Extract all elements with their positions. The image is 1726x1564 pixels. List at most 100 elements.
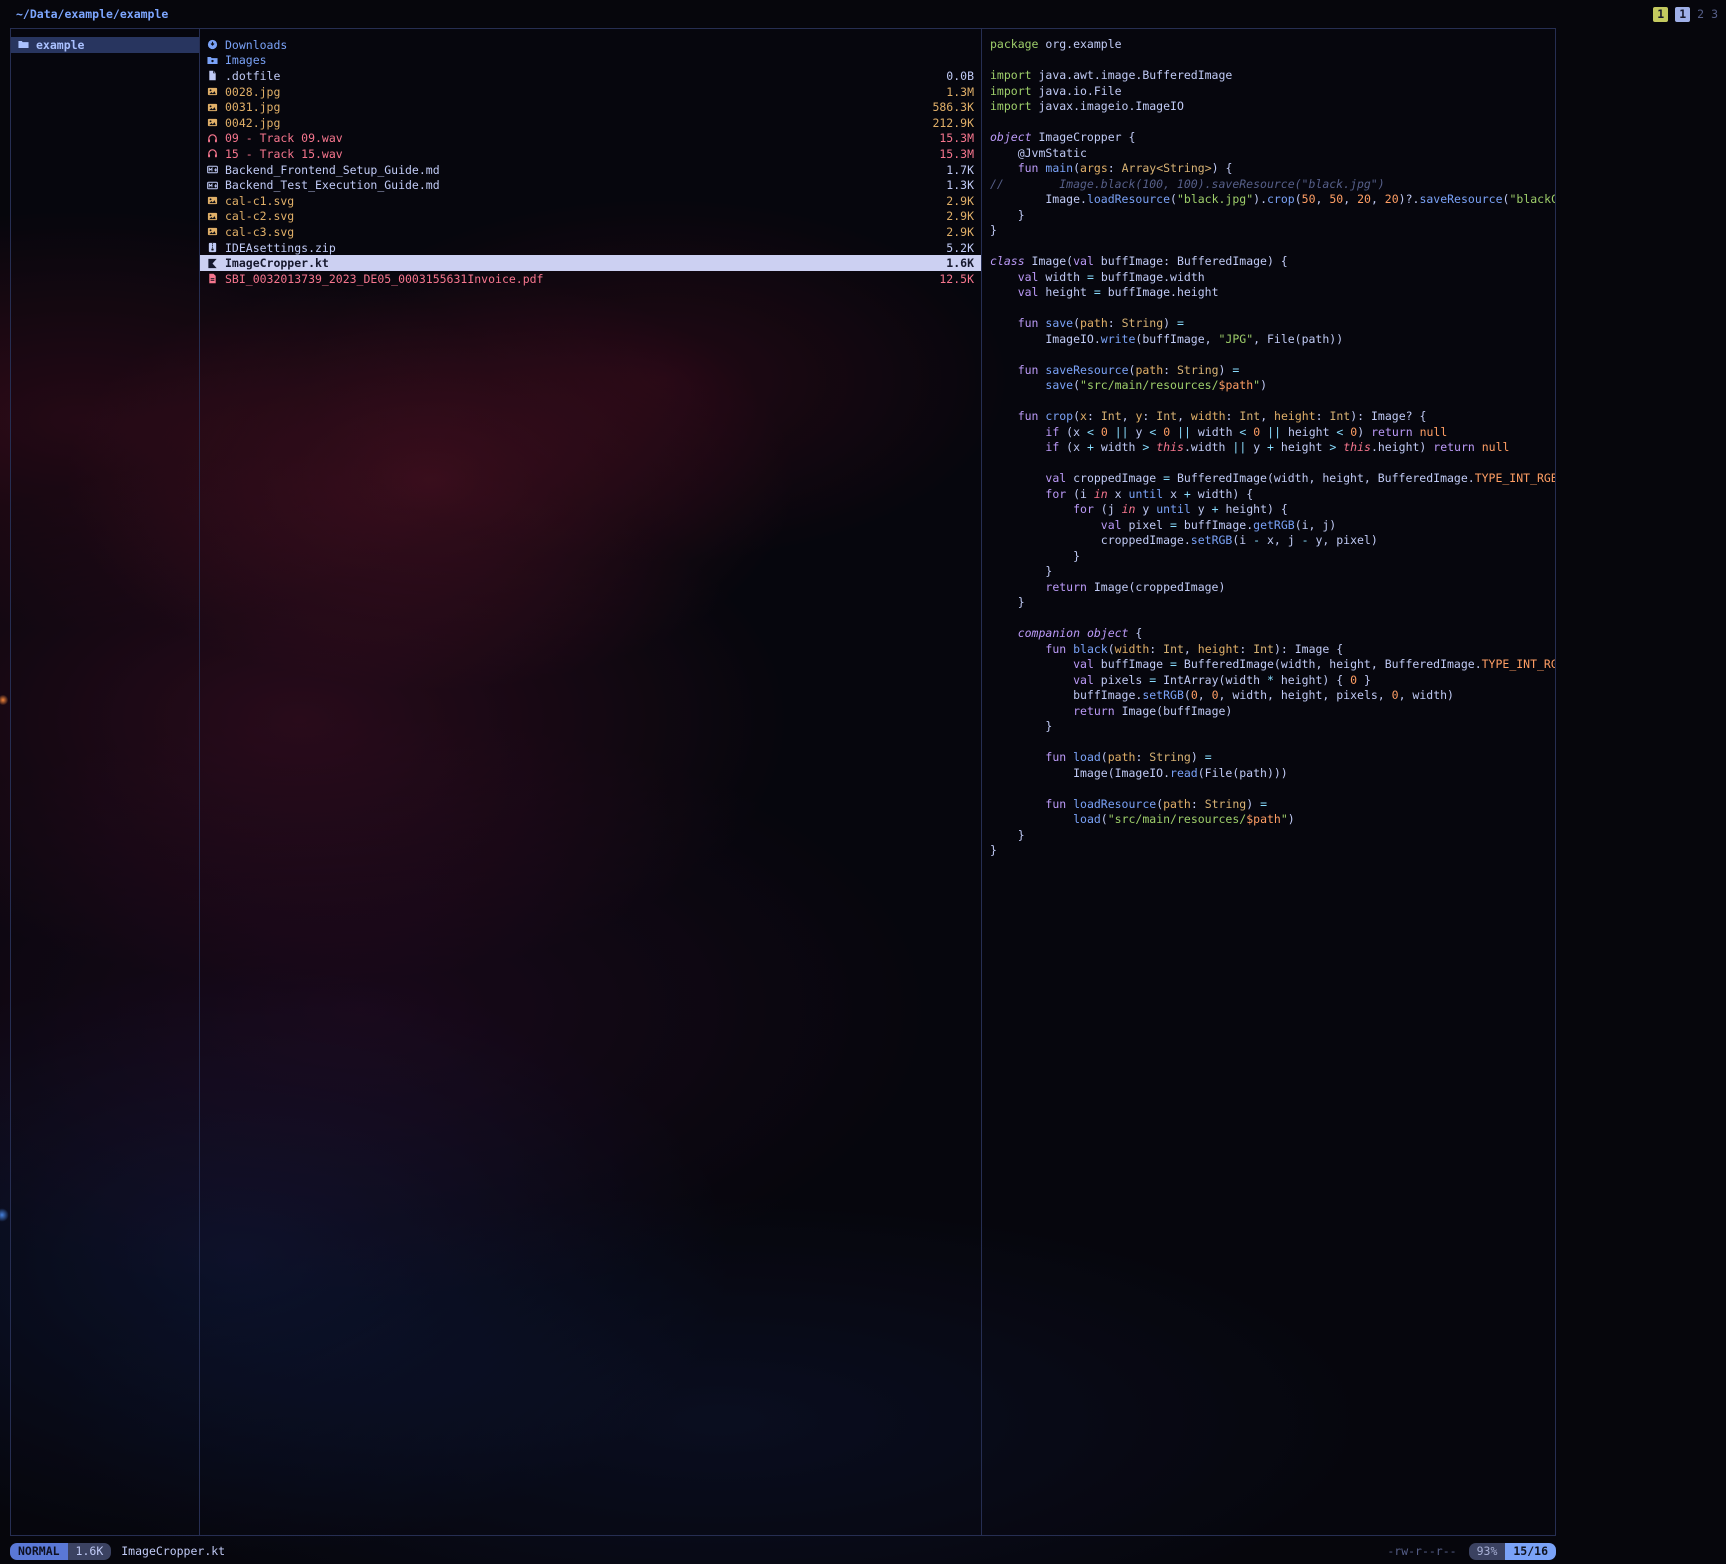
file-name: Images [225, 53, 967, 67]
file-name: .dotfile [225, 69, 939, 83]
file-name: ImageCropper.kt [225, 256, 939, 270]
code-line: fun loadResource(path: String) = [990, 797, 1555, 813]
file-name: IDEAsettings.zip [225, 241, 939, 255]
image-icon [207, 211, 218, 222]
file-size: 12.5K [939, 272, 974, 286]
folder-icon [18, 39, 29, 50]
mode-badge: NORMAL [10, 1543, 68, 1560]
code-line: class Image(val buffImage: BufferedImage… [990, 254, 1555, 270]
audio-icon [207, 133, 218, 144]
file-row[interactable]: Downloads [200, 37, 981, 53]
file-list-pane: Downloads Images .dotfile 0.0B 0028.jpg … [200, 28, 982, 1536]
code-line: // Image.black(100, 100).saveResource("b… [990, 177, 1555, 193]
header-bar: ~/Data/example/example 1 1 2 3 [0, 0, 1726, 28]
code-line: } [990, 564, 1555, 580]
file-size: 2.9K [946, 194, 974, 208]
code-line: import java.io.File [990, 84, 1555, 100]
code-line: if (x + width > this.width || y + height… [990, 440, 1555, 456]
code-line [990, 53, 1555, 69]
file-row[interactable]: Images [200, 53, 981, 69]
image-icon [207, 86, 218, 97]
file-permissions: -rw-r--r-- [1387, 1544, 1456, 1558]
tab-2[interactable]: 2 [1697, 7, 1704, 21]
file-row[interactable]: 0042.jpg 212.9K [200, 115, 981, 131]
code-line [990, 735, 1555, 751]
code-line: for (i in x until x + width) { [990, 487, 1555, 503]
file-row[interactable]: 09 - Track 09.wav 15.3M [200, 131, 981, 147]
code-line [990, 115, 1555, 131]
file-row[interactable]: cal-c3.svg 2.9K [200, 224, 981, 240]
code-line: object ImageCropper { [990, 130, 1555, 146]
file-row[interactable]: cal-c1.svg 2.9K [200, 193, 981, 209]
image-icon [207, 117, 218, 128]
file-size: 1.3M [946, 85, 974, 99]
code-line: } [990, 828, 1555, 844]
file-name: Backend_Frontend_Setup_Guide.md [225, 163, 939, 177]
file-row[interactable]: .dotfile 0.0B [200, 68, 981, 84]
tab-1-active[interactable]: 1 [1675, 7, 1690, 22]
file-row[interactable]: 0031.jpg 586.3K [200, 99, 981, 115]
preview-code: package org.example import java.awt.imag… [982, 29, 1555, 859]
file-size: 586.3K [932, 100, 974, 114]
code-line: for (j in y until y + height) { [990, 502, 1555, 518]
file-row[interactable]: 0028.jpg 1.3M [200, 84, 981, 100]
archive-icon [207, 242, 218, 253]
file-row[interactable]: SBI_0032013739_2023_DE05_0003155631Invoi… [200, 271, 981, 287]
file-row[interactable]: 15 - Track 15.wav 15.3M [200, 146, 981, 162]
code-line [990, 456, 1555, 472]
code-line: croppedImage.setRGB(i - x, j - y, pixel) [990, 533, 1555, 549]
code-line: fun main(args: Array<String>) { [990, 161, 1555, 177]
tab-bar: 1 1 2 3 [1653, 7, 1718, 22]
code-line: val height = buffImage.height [990, 285, 1555, 301]
parent-item-example[interactable]: example [11, 37, 199, 53]
preview-pane: package org.example import java.awt.imag… [982, 28, 1556, 1536]
file-size: 5.2K [946, 241, 974, 255]
parent-item-label: example [36, 38, 192, 52]
file-name: Backend_Test_Execution_Guide.md [225, 178, 939, 192]
kotlin-icon [207, 258, 218, 269]
file-name: 09 - Track 09.wav [225, 131, 932, 145]
file-name: cal-c1.svg [225, 194, 939, 208]
file-row[interactable]: IDEAsettings.zip 5.2K [200, 240, 981, 256]
file-size: 1.6K [946, 256, 974, 270]
file-row[interactable]: ImageCropper.kt 1.6K [200, 255, 981, 271]
file-size: 212.9K [932, 116, 974, 130]
file-size: 1.7K [946, 163, 974, 177]
tab-count-badge: 1 [1653, 7, 1668, 22]
code-line: val buffImage = BufferedImage(width, hei… [990, 657, 1555, 673]
code-line: fun saveResource(path: String) = [990, 363, 1555, 379]
file-row[interactable]: cal-c2.svg 2.9K [200, 209, 981, 225]
code-line: } [990, 843, 1555, 859]
code-line: fun load(path: String) = [990, 750, 1555, 766]
code-line: val pixel = buffImage.getRGB(i, j) [990, 518, 1555, 534]
code-line: save("src/main/resources/$path") [990, 378, 1555, 394]
code-line: val pixels = IntArray(width * height) { … [990, 673, 1555, 689]
file-size: 2.9K [946, 209, 974, 223]
code-line: Image(ImageIO.read(File(path))) [990, 766, 1555, 782]
code-line: import java.awt.image.BufferedImage [990, 68, 1555, 84]
file-list: Downloads Images .dotfile 0.0B 0028.jpg … [200, 29, 981, 287]
tab-3[interactable]: 3 [1711, 7, 1718, 21]
code-line: } [990, 223, 1555, 239]
code-line [990, 301, 1555, 317]
code-line: return Image(buffImage) [990, 704, 1555, 720]
status-bar: NORMAL 1.6K ImageCropper.kt -rw-r--r-- 9… [10, 1538, 1556, 1564]
file-name: 0028.jpg [225, 85, 939, 99]
audio-icon [207, 148, 218, 159]
parent-pane: example [10, 28, 200, 1536]
image-icon [207, 195, 218, 206]
breadcrumb: ~/Data/example/example [16, 7, 168, 21]
markdown-icon [207, 164, 218, 175]
file-size: 15.3M [939, 131, 974, 145]
file-row[interactable]: Backend_Frontend_Setup_Guide.md 1.7K [200, 162, 981, 178]
code-line: package org.example [990, 37, 1555, 53]
code-line: load("src/main/resources/$path") [990, 812, 1555, 828]
code-line: import javax.imageio.ImageIO [990, 99, 1555, 115]
file-icon [207, 70, 218, 81]
file-name: 0042.jpg [225, 116, 925, 130]
file-row[interactable]: Backend_Test_Execution_Guide.md 1.3K [200, 177, 981, 193]
markdown-icon [207, 180, 218, 191]
file-name: 0031.jpg [225, 100, 925, 114]
file-name: 15 - Track 15.wav [225, 147, 932, 161]
code-line: } [990, 719, 1555, 735]
